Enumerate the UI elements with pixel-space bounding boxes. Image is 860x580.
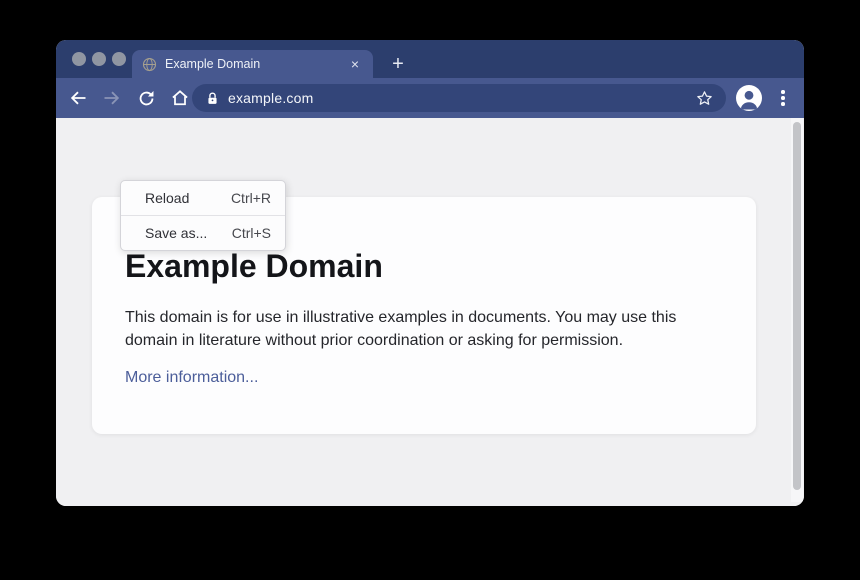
- menu-item-label: Reload: [145, 190, 189, 206]
- nav-icons: [66, 78, 192, 118]
- reload-icon: [137, 89, 156, 108]
- window-zoom-button[interactable]: [112, 52, 126, 66]
- page-content: Reload Ctrl+R Save as... Ctrl+S Example …: [56, 118, 804, 506]
- forward-button[interactable]: [100, 86, 124, 110]
- new-tab-button[interactable]: +: [386, 52, 410, 76]
- titlebar: Example Domain × +: [56, 40, 804, 78]
- tab-title: Example Domain: [165, 57, 347, 71]
- menu-item-label: Save as...: [145, 225, 207, 241]
- tab-close-icon[interactable]: ×: [347, 55, 363, 73]
- scrollbar-track[interactable]: [791, 118, 803, 502]
- home-button[interactable]: [168, 86, 192, 110]
- forward-arrow-icon: [102, 88, 122, 108]
- globe-favicon-icon: [142, 57, 157, 72]
- toolbar: example.com: [56, 78, 804, 118]
- window-minimize-button[interactable]: [92, 52, 106, 66]
- context-menu: Reload Ctrl+R Save as... Ctrl+S: [120, 180, 286, 251]
- reload-button[interactable]: [134, 86, 158, 110]
- home-icon: [170, 88, 190, 108]
- more-information-link[interactable]: More information...: [125, 369, 258, 387]
- window-close-button[interactable]: [72, 52, 86, 66]
- traffic-lights: [72, 52, 126, 66]
- kebab-menu-button[interactable]: [778, 88, 788, 108]
- back-button[interactable]: [66, 86, 90, 110]
- kebab-dot: [781, 90, 785, 94]
- paragraph-line: domain in literature without prior coord…: [125, 329, 723, 352]
- paragraph-line: This domain is for use in illustrative e…: [125, 306, 723, 329]
- scrollbar-thumb[interactable]: [793, 122, 801, 490]
- address-bar[interactable]: example.com: [192, 84, 726, 112]
- tab-example-domain[interactable]: Example Domain ×: [132, 50, 373, 78]
- page-paragraph: This domain is for use in illustrative e…: [125, 306, 723, 352]
- page-title: Example Domain: [125, 247, 723, 285]
- browser-window: Example Domain × +: [56, 40, 804, 506]
- menu-item-shortcut: Ctrl+R: [231, 190, 271, 206]
- menu-item-save-as[interactable]: Save as... Ctrl+S: [121, 215, 285, 250]
- star-bookmark-icon[interactable]: [695, 89, 714, 108]
- url-text: example.com: [228, 90, 313, 106]
- kebab-dot: [781, 102, 785, 106]
- menu-item-reload[interactable]: Reload Ctrl+R: [121, 181, 285, 215]
- kebab-dot: [781, 96, 785, 100]
- menu-item-shortcut: Ctrl+S: [232, 225, 271, 241]
- lock-icon[interactable]: [206, 91, 219, 106]
- profile-avatar-icon[interactable]: [736, 85, 762, 111]
- back-arrow-icon: [68, 88, 88, 108]
